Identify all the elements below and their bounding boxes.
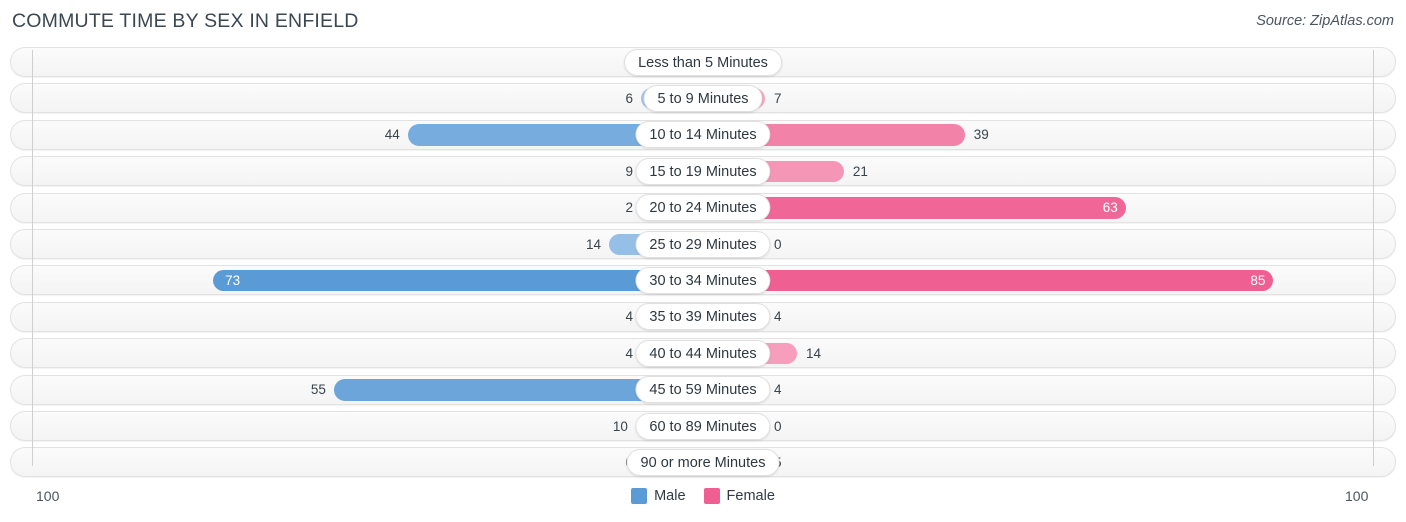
bar-row: 9 21 15 to 19 Minutes [0,153,1406,189]
bar-row: 90Less than 5 Minutes [0,44,1406,80]
bar-value-female: 4 [774,382,782,398]
chart-header: COMMUTE TIME BY SEX IN ENFIELD Source: Z… [0,0,1406,44]
bar-row: 0590 or more Minutes [0,444,1406,480]
bar-value-male: 2 [625,200,633,216]
bar-row: 44 39 10 to 14 Minutes [0,117,1406,153]
category-label[interactable]: 15 to 19 Minutes [635,157,771,185]
legend-swatch-icon [703,488,720,504]
bar-row: 6 7 5 to 9 Minutes [0,80,1406,116]
bar-value-female: 0 [774,418,782,434]
chart-plot-area: 90Less than 5 Minutes675 to 9 Minutes443… [0,44,1406,480]
bar-row: 10 0 60 to 89 Minutes [0,408,1406,444]
bar-value-male: 10 [612,418,628,434]
category-label[interactable]: 90 or more Minutes [626,448,780,476]
bar-female [703,269,1274,292]
bar-value-male: 44 [384,127,400,143]
category-label[interactable]: Less than 5 Minutes [624,48,782,76]
bar-row: 2 63 20 to 24 Minutes [0,190,1406,226]
bar-row: 14 0 25 to 29 Minutes [0,226,1406,262]
bar-row: 4 14 40 to 44 Minutes [0,335,1406,371]
chart-footer: 100 100 Male Female [0,480,1406,522]
legend-label: Male [654,488,686,504]
bar-male [213,269,703,292]
bar-value-female: 21 [852,163,868,179]
bar-value-female: 14 [805,345,821,361]
source-attribution: Source: ZipAtlas.com [1256,13,1394,29]
bar-rows-container: 90Less than 5 Minutes675 to 9 Minutes443… [0,44,1406,481]
bar-value-male: 4 [625,309,633,325]
bar-value-female: 39 [973,127,989,143]
category-label[interactable]: 5 to 9 Minutes [643,84,763,112]
legend-item-male[interactable]: Male [631,488,686,504]
category-label[interactable]: 40 to 44 Minutes [635,339,771,367]
category-label[interactable]: 25 to 29 Minutes [635,230,771,258]
category-label[interactable]: 35 to 39 Minutes [635,303,771,331]
chart-legend: Male Female [0,488,1406,504]
page-title: COMMUTE TIME BY SEX IN ENFIELD [12,10,359,32]
bar-row: 73 85 30 to 34 Minutes [0,262,1406,298]
bar-value-male: 4 [625,345,633,361]
legend-label: Female [726,488,775,504]
bar-row: 4 4 35 to 39 Minutes [0,299,1406,335]
legend-item-female[interactable]: Female [703,488,775,504]
category-label[interactable]: 10 to 14 Minutes [635,121,771,149]
bar-value-female: 63 [1102,200,1118,216]
bar-value-male: 14 [586,236,602,252]
bar-row: 55 4 45 to 59 Minutes [0,372,1406,408]
bar-value-male: 73 [225,272,241,288]
bar-value-female: 7 [774,90,782,106]
bar-value-male: 9 [625,163,633,179]
category-label[interactable]: 45 to 59 Minutes [635,376,771,404]
bar-value-male: 6 [625,90,633,106]
category-label[interactable]: 60 to 89 Minutes [635,412,771,440]
bar-value-female: 85 [1250,272,1266,288]
bar-value-female: 0 [774,236,782,252]
bar-value-male: 55 [310,382,326,398]
legend-swatch-icon [631,488,648,504]
category-label[interactable]: 20 to 24 Minutes [635,194,771,222]
bar-value-female: 4 [774,309,782,325]
category-label[interactable]: 30 to 34 Minutes [635,266,771,294]
